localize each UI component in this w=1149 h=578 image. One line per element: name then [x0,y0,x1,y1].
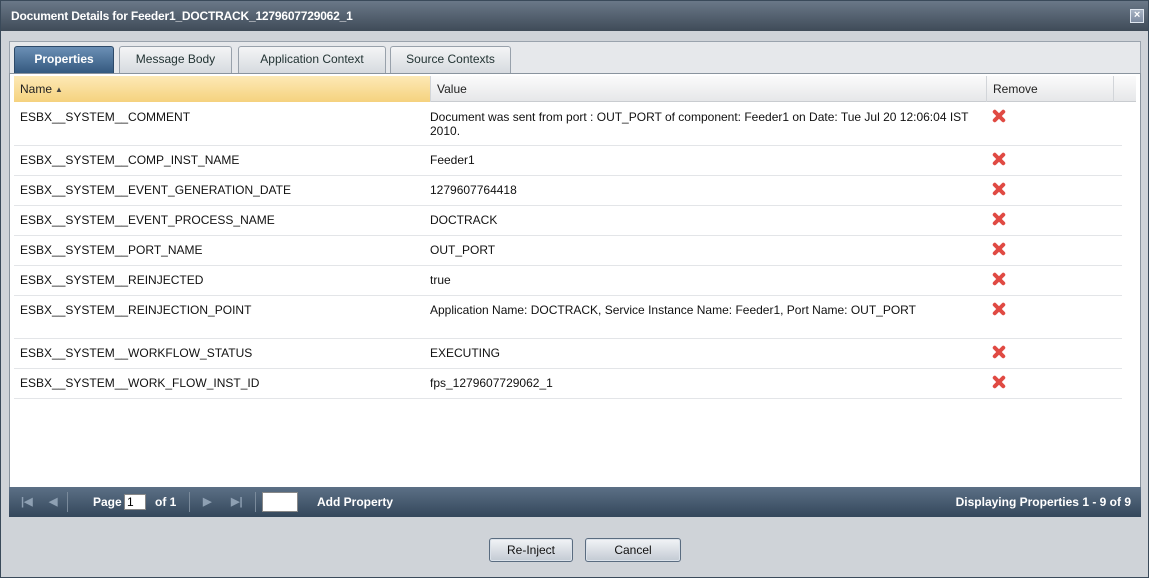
property-value: EXECUTING [430,346,501,360]
dialog-title: Document Details for Feeder1_DOCTRACK_12… [11,9,353,23]
property-name: ESBX__SYSTEM__EVENT_PROCESS_NAME [20,213,275,227]
grid-header: Name ▲ Value Remove [14,76,1136,102]
grid-rows: ESBX__SYSTEM__COMMENT Document was sent … [14,103,1122,399]
remove-icon[interactable] [992,272,1006,286]
column-header-name[interactable]: Name ▲ [14,76,431,102]
table-row[interactable]: ESBX__SYSTEM__REINJECTION_POINT Applicat… [14,296,1122,339]
next-page-icon[interactable]: ▶ [203,495,211,508]
property-value: OUT_PORT [430,243,496,257]
column-header-remove[interactable]: Remove [987,76,1114,102]
remove-cell [978,103,1122,133]
cancel-button[interactable]: Cancel [585,538,681,562]
column-header-name-label: Name [20,82,53,96]
table-row[interactable]: ESBX__SYSTEM__EVENT_GENERATION_DATE 1279… [14,176,1122,206]
last-page-icon[interactable]: ▶| [231,495,243,508]
property-name: ESBX__SYSTEM__REINJECTED [20,273,204,287]
page-label: Page [93,495,122,509]
column-header-filler [1114,76,1136,102]
property-name: ESBX__SYSTEM__REINJECTION_POINT [20,303,252,317]
first-page-icon[interactable]: |◀ [21,495,33,508]
table-row[interactable]: ESBX__SYSTEM__PORT_NAME OUT_PORT [14,236,1122,266]
property-name: ESBX__SYSTEM__COMP_INST_NAME [20,153,240,167]
paging-display-info: Displaying Properties 1 - 9 of 9 [955,495,1131,509]
dialog-body: Properties Message Body Application Cont… [9,31,1141,519]
tab-source-contexts[interactable]: Source Contexts [390,46,511,73]
property-value: true [430,273,451,287]
add-property-button[interactable]: Add Property [317,495,393,509]
remove-cell [978,266,1122,296]
remove-cell [978,206,1122,236]
close-icon[interactable]: × [1130,9,1144,23]
column-header-value[interactable]: Value [431,76,987,102]
remove-icon[interactable] [992,242,1006,256]
paging-toolbar: |◀ ◀ Page 1 of 1 ▶ ▶| Add Property Displ… [9,487,1141,517]
remove-cell [978,146,1122,176]
toolbar-separator [67,492,68,512]
tab-strip: Properties Message Body Application Cont… [9,41,1141,73]
prev-page-icon[interactable]: ◀ [49,495,57,508]
remove-icon[interactable] [992,212,1006,226]
page-of-label: of 1 [155,495,177,509]
toolbar-separator [255,492,256,512]
remove-cell [978,369,1122,399]
property-value: 1279607764418 [430,183,517,197]
remove-icon[interactable] [992,302,1006,316]
property-value: Application Name: DOCTRACK, Service Inst… [430,303,916,317]
property-value: fps_1279607729062_1 [430,376,553,390]
reinject-button[interactable]: Re-Inject [489,538,573,562]
page-number-input[interactable]: 1 [124,494,146,510]
refresh-box[interactable] [262,492,298,512]
sort-ascending-icon: ▲ [55,85,63,94]
tab-message-body[interactable]: Message Body [119,46,232,73]
property-value: Feeder1 [430,153,475,167]
remove-cell [978,236,1122,266]
table-row[interactable]: ESBX__SYSTEM__COMMENT Document was sent … [14,103,1122,146]
property-name: ESBX__SYSTEM__PORT_NAME [20,243,203,257]
properties-panel: Name ▲ Value Remove ESBX__SYSTEM__COMMENT… [9,73,1141,513]
dialog-titlebar: Document Details for Feeder1_DOCTRACK_12… [1,1,1148,31]
property-name: ESBX__SYSTEM__WORKFLOW_STATUS [20,346,253,360]
table-row[interactable]: ESBX__SYSTEM__WORK_FLOW_INST_ID fps_1279… [14,369,1122,399]
property-name: ESBX__SYSTEM__WORK_FLOW_INST_ID [20,376,260,390]
remove-cell [978,339,1122,369]
table-row[interactable]: ESBX__SYSTEM__REINJECTED true [14,266,1122,296]
remove-icon[interactable] [992,182,1006,196]
toolbar-separator [189,492,190,512]
document-details-dialog: Document Details for Feeder1_DOCTRACK_12… [0,0,1149,578]
table-row[interactable]: ESBX__SYSTEM__EVENT_PROCESS_NAME DOCTRAC… [14,206,1122,236]
property-value: Document was sent from port : OUT_PORT o… [430,110,969,138]
remove-icon[interactable] [992,152,1006,166]
property-name: ESBX__SYSTEM__COMMENT [20,110,191,124]
remove-icon[interactable] [992,375,1006,389]
tab-application-context[interactable]: Application Context [238,46,386,73]
remove-icon[interactable] [992,109,1006,123]
remove-cell [978,176,1122,206]
table-row[interactable]: ESBX__SYSTEM__COMP_INST_NAME Feeder1 [14,146,1122,176]
remove-icon[interactable] [992,345,1006,359]
property-name: ESBX__SYSTEM__EVENT_GENERATION_DATE [20,183,291,197]
table-row[interactable]: ESBX__SYSTEM__WORKFLOW_STATUS EXECUTING [14,339,1122,369]
remove-cell [978,296,1122,326]
tab-properties[interactable]: Properties [14,46,114,73]
property-value: DOCTRACK [430,213,498,227]
